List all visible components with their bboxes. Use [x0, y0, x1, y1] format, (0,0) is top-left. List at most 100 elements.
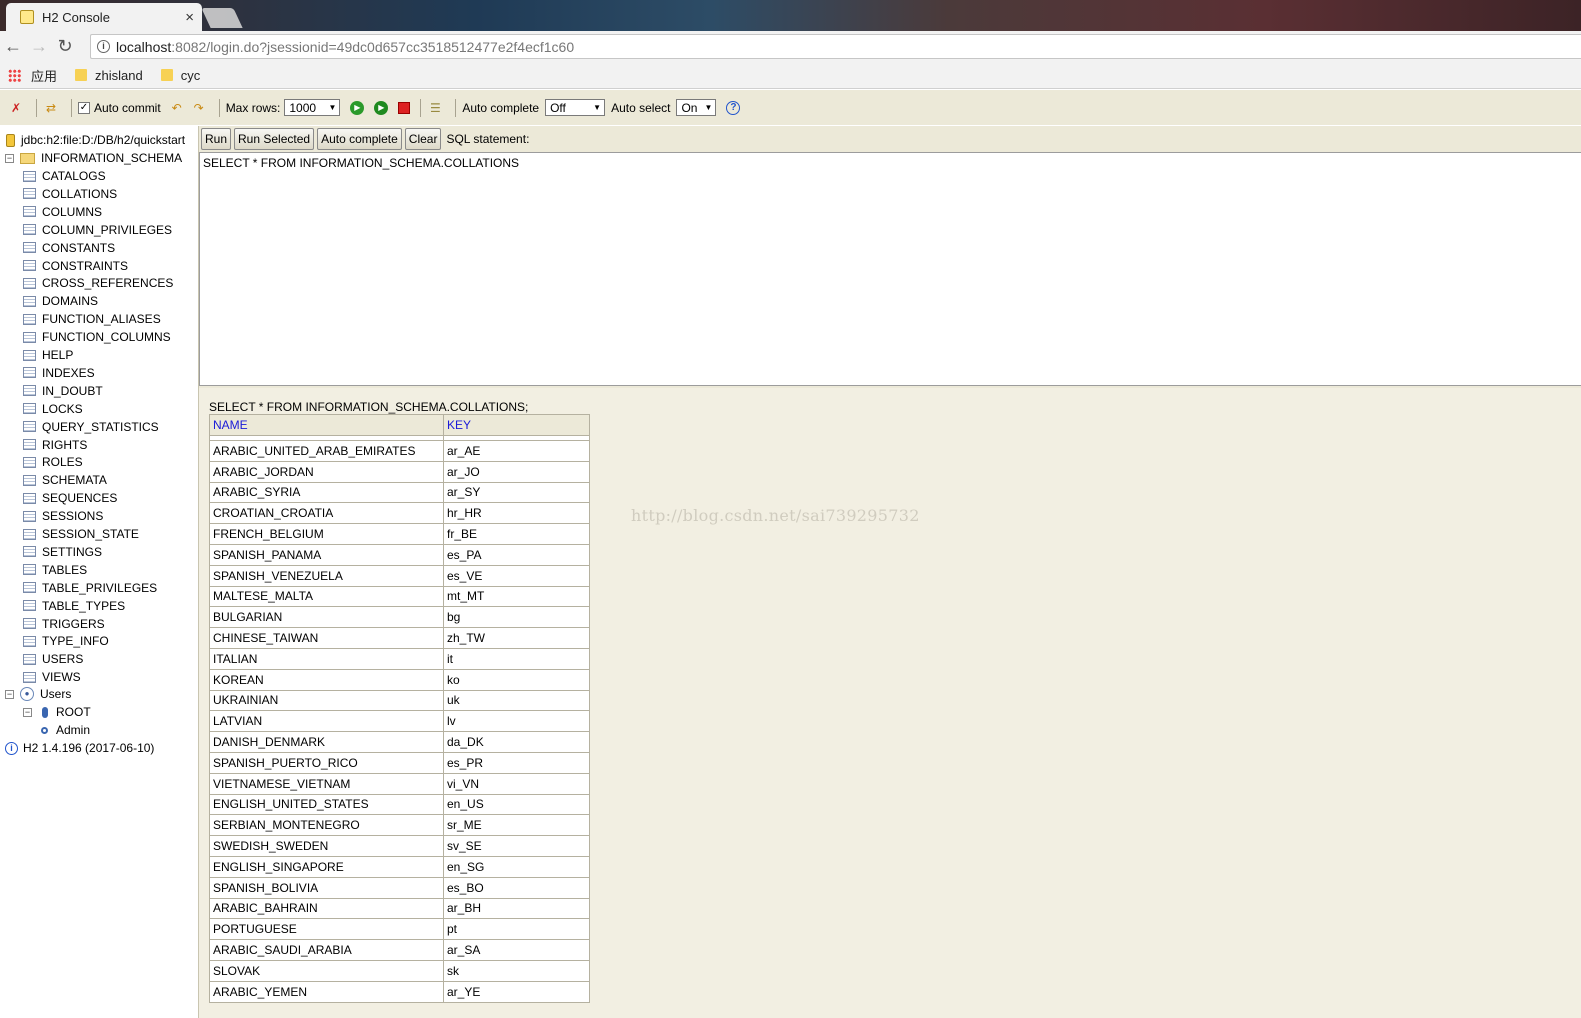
tree-table-item[interactable]: DOMAINS [23, 292, 98, 310]
tree-table-item[interactable]: COLLATIONS [23, 185, 117, 203]
user-admin-label: Admin [56, 723, 91, 737]
tree-table-item[interactable]: CROSS_REFERENCES [23, 274, 173, 292]
tree-table-item[interactable]: TABLE_PRIVILEGES [23, 579, 157, 597]
run-selected-button[interactable]: Run Selected [234, 128, 315, 150]
table-row: DANISH_DENMARK da_DK [209, 731, 590, 753]
tree-table-item[interactable]: COLUMN_PRIVILEGES [23, 221, 172, 239]
cell-key: ar_JO [443, 460, 590, 483]
column-header-name[interactable]: NAME [209, 414, 444, 436]
tree-connection[interactable]: jdbc:h2:file:D:/DB/h2/quickstart [6, 131, 185, 149]
tree-table-item[interactable]: VIEWS [23, 668, 81, 686]
new-tab-button[interactable] [201, 8, 243, 28]
run-button[interactable]: Run [201, 128, 232, 150]
run-icon[interactable]: ▶ [350, 100, 365, 115]
table-header-row: NAME KEY [209, 414, 590, 436]
tree-table-item[interactable]: SESSIONS [23, 507, 103, 525]
column-header-key[interactable]: KEY [443, 414, 590, 436]
history-icon[interactable]: ☰ [427, 100, 443, 116]
auto-complete-button[interactable]: Auto complete [317, 128, 402, 150]
sql-editor[interactable]: SELECT * FROM INFORMATION_SCHEMA.COLLATI… [199, 152, 1581, 386]
table-row: SPANISH_VENEZUELA es_VE [209, 564, 590, 587]
forward-arrow-icon[interactable]: → [26, 36, 52, 57]
help-icon[interactable]: ? [726, 100, 741, 115]
tree-table-item[interactable]: FUNCTION_ALIASES [23, 310, 161, 328]
tree-table-item[interactable]: TABLES [23, 561, 87, 579]
bookmark-apps[interactable]: 应用 [8, 66, 57, 85]
commit-icon[interactable]: ↷ [191, 100, 207, 116]
table-row: SLOVAK sk [209, 959, 590, 982]
tree-table-item[interactable]: QUERY_STATISTICS [23, 418, 159, 436]
table-row: ARABIC_SYRIA ar_SY [209, 481, 590, 504]
tree-table-item[interactable]: HELP [23, 346, 73, 364]
run-selected-icon[interactable]: ▶ [374, 100, 389, 115]
table-name-label: TRIGGERS [42, 616, 105, 631]
auto-commit-checkbox[interactable]: ✓ [78, 101, 90, 114]
cell-name: SPANISH_PANAMA [209, 543, 444, 566]
tree-user-admin[interactable]: Admin [38, 721, 90, 739]
collapse-icon[interactable]: − [23, 707, 32, 717]
tree-table-item[interactable]: IN_DOUBT [23, 382, 103, 400]
tree-table-item[interactable]: CONSTANTS [23, 239, 115, 257]
cell-name: DANISH_DENMARK [209, 731, 444, 753]
tree-table-item[interactable]: LOCKS [23, 400, 83, 418]
table-name-label: SETTINGS [42, 544, 103, 559]
cell-key: mt_MT [443, 585, 590, 608]
collapse-icon[interactable]: − [5, 689, 14, 699]
table-icon [23, 618, 36, 629]
bookmark-cyc[interactable]: cyc [157, 68, 200, 83]
reload-icon[interactable]: ↻ [52, 36, 78, 57]
rollback-icon[interactable]: ↶ [169, 100, 185, 116]
table-icon [23, 456, 36, 468]
table-icon [23, 206, 36, 218]
tree-users[interactable]: − ● Users [5, 685, 71, 703]
tab-close-icon[interactable]: × [185, 9, 194, 26]
tree-table-item[interactable]: SESSION_STATE [23, 525, 139, 543]
tree-table-item[interactable]: CONSTRAINTS [23, 257, 128, 275]
back-arrow-icon[interactable]: ← [0, 36, 26, 57]
table-icon [23, 242, 36, 254]
stop-icon[interactable] [398, 101, 411, 114]
tree-table-item[interactable]: TABLE_TYPES [23, 597, 125, 615]
url-host: localhost [116, 38, 172, 55]
auto-select-label: Auto select [611, 100, 671, 115]
refresh-icon[interactable]: ⇄ [43, 100, 59, 116]
tree-table-item[interactable]: COLUMNS [23, 203, 102, 221]
tree-table-item[interactable]: USERS [23, 650, 83, 668]
tree-table-item[interactable]: SEQUENCES [23, 489, 117, 507]
table-icon [23, 492, 36, 504]
tree-table-item[interactable]: INDEXES [23, 364, 95, 382]
tree-table-item[interactable]: SCHEMATA [23, 471, 107, 489]
tree-table-item[interactable]: TRIGGERS [23, 615, 105, 633]
tree-table-item[interactable]: FUNCTION_COLUMNS [23, 328, 171, 346]
clear-button[interactable]: Clear [404, 128, 442, 150]
cell-key: sv_SE [443, 835, 590, 857]
cell-name: UKRAINIAN [209, 689, 444, 712]
tree-user-root[interactable]: − ROOT [23, 703, 91, 721]
cell-name: MALTESE_MALTA [209, 585, 444, 608]
table-name-label: TABLE_PRIVILEGES [42, 580, 158, 595]
address-bar[interactable]: i localhost:8082/login.do?jsessionid=49d… [90, 34, 1581, 59]
auto-select-select[interactable]: On ▼ [676, 99, 717, 116]
dropdown-arrow-icon: ▼ [328, 103, 337, 112]
disconnect-icon[interactable]: ✗ [8, 100, 24, 116]
tree-table-item[interactable]: RIGHTS [23, 436, 87, 454]
collapse-icon[interactable]: − [5, 153, 14, 163]
table-name-label: USERS [42, 652, 84, 667]
tree-schema[interactable]: − INFORMATION_SCHEMA [5, 149, 182, 167]
table-icon [23, 313, 36, 325]
table-icon [23, 295, 36, 307]
auto-complete-select[interactable]: Off ▼ [545, 99, 606, 116]
table-name-label: TABLE_TYPES [42, 598, 126, 613]
table-row: MALTESE_MALTA mt_MT [209, 585, 590, 608]
tree-table-item[interactable]: CATALOGS [23, 167, 106, 185]
tree-table-item[interactable]: SETTINGS [23, 543, 102, 561]
browser-tab[interactable]: H2 Console × [6, 3, 202, 31]
connection-label: jdbc:h2:file:D:/DB/h2/quickstart [21, 133, 186, 147]
cell-name: ARABIC_BAHRAIN [209, 897, 444, 920]
cell-name: CHINESE_TAIWAN [209, 627, 444, 649]
site-info-icon[interactable]: i [97, 40, 110, 53]
bookmark-zhisland[interactable]: zhisland [71, 68, 143, 83]
tree-table-item[interactable]: ROLES [23, 453, 83, 471]
max-rows-select[interactable]: 1000 ▼ [284, 99, 341, 116]
tree-table-item[interactable]: TYPE_INFO [23, 632, 109, 650]
